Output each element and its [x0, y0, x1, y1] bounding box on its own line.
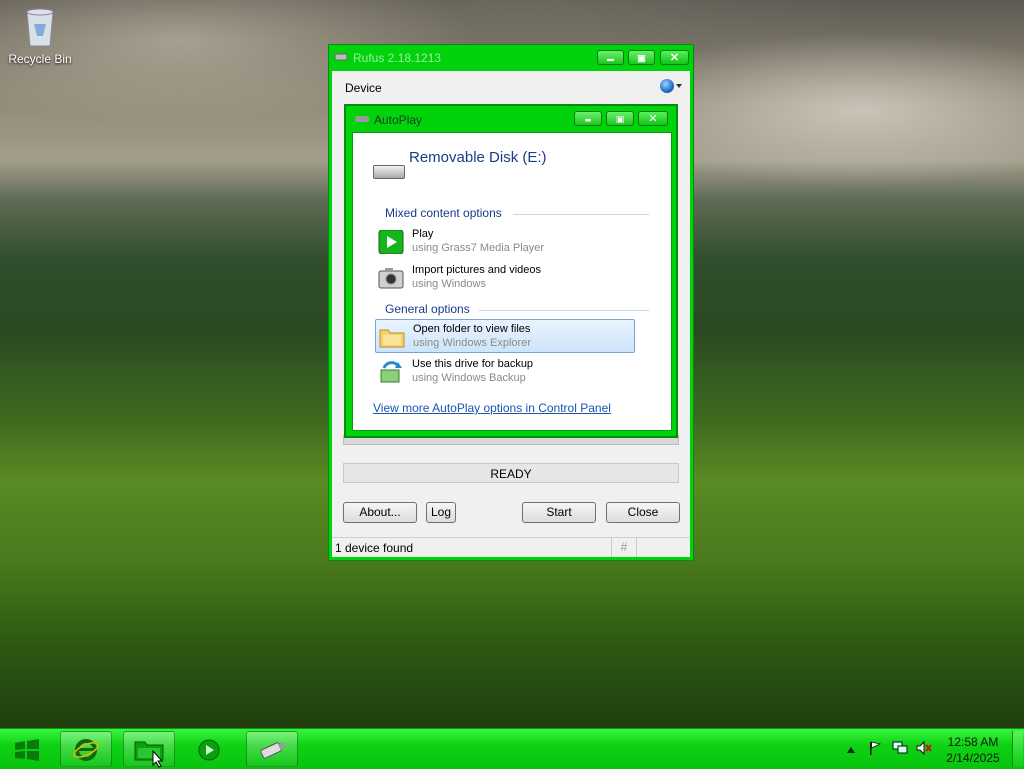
system-clock[interactable]: 12:58 AM 2/14/2025	[940, 734, 1006, 766]
option-open-folder[interactable]: Open folder to view files using Windows …	[375, 319, 635, 353]
drive-icon	[355, 116, 369, 122]
option-sub-text: using Windows Backup	[412, 372, 526, 384]
autoplay-minimize-button[interactable]: ▬	[574, 111, 602, 126]
minimize-icon: ▬	[584, 116, 592, 124]
option-import-pictures[interactable]: Import pictures and videos using Windows	[375, 261, 635, 295]
option-main-text: Use this drive for backup	[412, 358, 534, 370]
option-sub-text: using Windows Explorer	[413, 337, 531, 349]
show-hidden-icons-chevron-up-icon[interactable]	[846, 743, 860, 757]
option-sub-text: using Grass7 Media Player	[412, 242, 545, 254]
taskbar: 12:58 AM 2/14/2025	[0, 728, 1024, 769]
hash-button[interactable]: #	[611, 538, 637, 557]
taskbar-file-explorer[interactable]	[123, 731, 175, 768]
maximize-icon: ▣	[615, 115, 625, 125]
action-center-flag-icon[interactable]	[868, 741, 882, 755]
usb-drive-icon	[260, 742, 286, 759]
option-main-text: Open folder to view files	[413, 323, 531, 335]
play-icon	[378, 230, 404, 254]
section-divider	[513, 214, 649, 215]
option-play[interactable]: Play using Grass7 Media Player	[375, 225, 635, 259]
play-icon	[198, 739, 220, 761]
taskbar-rufus[interactable]	[246, 731, 298, 767]
rufus-title: Rufus 2.18.1213	[353, 51, 442, 65]
more-autoplay-options-link[interactable]: View more AutoPlay options in Control Pa…	[373, 401, 611, 415]
minimize-icon: ▬	[607, 56, 614, 63]
autoplay-title: AutoPlay	[374, 113, 423, 127]
rufus-statusbar: 1 device found #	[332, 537, 690, 558]
general-options-heading: General options	[385, 302, 470, 316]
autoplay-titlebar[interactable]: AutoPlay ▬ ▣ ✕	[346, 106, 676, 132]
chevron-down-icon	[676, 84, 682, 88]
autoplay-close-button[interactable]: ✕	[638, 111, 668, 126]
mouse-cursor-icon	[152, 750, 164, 768]
removable-disk-icon	[373, 165, 405, 179]
recycle-bin-shortcut[interactable]: Recycle Bin	[6, 6, 74, 66]
volume-muted-icon[interactable]	[916, 740, 932, 756]
windows-logo-icon	[15, 739, 39, 761]
drive-title: Removable Disk (E:)	[409, 149, 547, 166]
section-divider	[479, 310, 649, 311]
show-desktop-button[interactable]	[1012, 731, 1023, 767]
mixed-content-heading: Mixed content options	[385, 206, 502, 220]
backup-icon	[380, 361, 402, 383]
start-button[interactable]: Start	[522, 502, 596, 523]
status-text: READY	[343, 463, 679, 483]
recycle-bin-label: Recycle Bin	[8, 52, 72, 66]
log-button[interactable]: Log	[426, 502, 456, 523]
option-main-text: Play	[412, 228, 434, 240]
clock-date: 2/14/2025	[946, 751, 1000, 765]
device-label: Device	[345, 81, 382, 95]
autoplay-maximize-button[interactable]: ▣	[606, 111, 634, 126]
clock-time: 12:58 AM	[947, 735, 999, 749]
about-button[interactable]: About...	[343, 502, 417, 523]
close-icon: ✕	[648, 112, 658, 125]
autoplay-window: AutoPlay ▬ ▣ ✕ Removable Disk (E:) Mixed…	[344, 104, 678, 438]
camera-icon	[378, 268, 404, 289]
maximize-icon: ▣	[637, 53, 646, 63]
option-sub-text: using Windows	[412, 278, 486, 290]
option-main-text: Import pictures and videos	[412, 264, 542, 276]
internet-explorer-icon	[73, 739, 99, 761]
start-button[interactable]	[10, 735, 44, 765]
folder-icon	[379, 329, 405, 348]
taskbar-internet-explorer[interactable]	[60, 731, 112, 767]
autoplay-client-area: Removable Disk (E:) Mixed content option…	[352, 132, 672, 431]
device-count-text: 1 device found	[335, 541, 414, 555]
language-globe-icon[interactable]	[660, 79, 674, 93]
option-backup[interactable]: Use this drive for backup using Windows …	[375, 355, 635, 389]
recycle-bin-icon	[23, 6, 57, 48]
rufus-close-button[interactable]: ✕	[660, 50, 689, 65]
close-button[interactable]: Close	[606, 502, 680, 523]
rufus-minimize-button[interactable]: ▬	[597, 50, 624, 65]
network-icon[interactable]	[892, 741, 908, 755]
usb-drive-icon	[334, 53, 348, 61]
rufus-titlebar[interactable]: Rufus 2.18.1213 ▬ ▣ ✕	[329, 45, 693, 71]
close-icon: ✕	[669, 52, 680, 64]
taskbar-media-player[interactable]	[184, 731, 236, 767]
rufus-maximize-button[interactable]: ▣	[628, 50, 655, 65]
